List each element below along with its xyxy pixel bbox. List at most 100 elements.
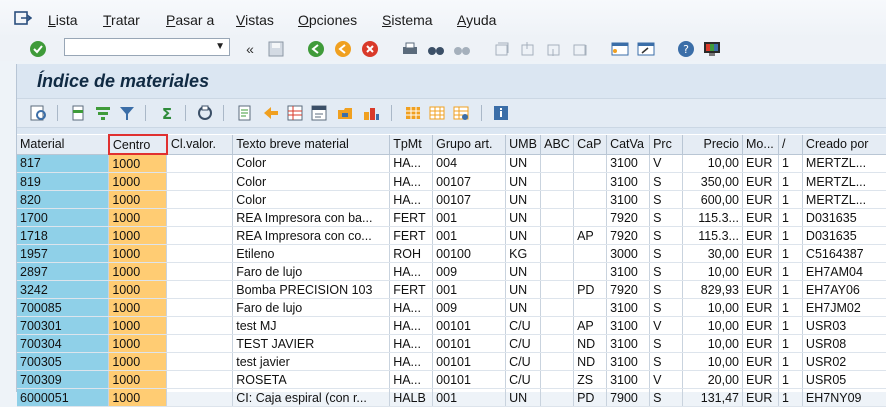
- table-cell[interactable]: D031635: [802, 208, 886, 227]
- exit-icon[interactable]: [333, 39, 353, 59]
- table-cell[interactable]: [573, 190, 608, 209]
- table-cell[interactable]: 00101: [432, 370, 507, 389]
- table-cell[interactable]: 00101: [432, 334, 507, 353]
- table-cell[interactable]: 817: [17, 154, 110, 173]
- table-cell[interactable]: EUR: [742, 226, 779, 245]
- table-cell[interactable]: FERT: [389, 280, 434, 299]
- command-dropdown-icon[interactable]: ▼: [215, 41, 225, 52]
- table-cell[interactable]: HA...: [389, 352, 434, 371]
- table-cell[interactable]: [540, 334, 575, 353]
- table-cell[interactable]: [166, 388, 234, 407]
- table-cell[interactable]: S: [649, 352, 684, 371]
- table-cell[interactable]: 1000: [108, 316, 168, 335]
- table-cell[interactable]: 819: [17, 172, 110, 191]
- menu-sistema[interactable]: Sistema: [382, 12, 433, 28]
- table-cell[interactable]: 00101: [432, 352, 507, 371]
- table-cell[interactable]: EUR: [742, 370, 779, 389]
- table-row[interactable]: 1957 1000 Etileno ROH 00100 KG 3000 S 30,00 EUR 1 C…: [17, 244, 886, 263]
- first-page-icon[interactable]: [492, 39, 512, 59]
- col-header-grupo-art[interactable]: Grupo art.: [432, 135, 507, 155]
- table-cell[interactable]: test javier: [232, 352, 391, 371]
- table-cell[interactable]: UN: [505, 298, 542, 317]
- table-cell[interactable]: 1718: [17, 226, 110, 245]
- change-layout-icon[interactable]: [451, 103, 471, 123]
- customize-layout-icon[interactable]: [702, 39, 722, 59]
- col-header-prc[interactable]: Prc: [649, 135, 684, 155]
- table-row[interactable]: 3242 1000 Bomba PRECISION 103 FERT 001 UN PD 79…: [17, 280, 886, 299]
- table-cell[interactable]: EUR: [742, 172, 779, 191]
- table-cell[interactable]: 829,93: [682, 280, 743, 299]
- table-cell[interactable]: 1000: [108, 190, 168, 209]
- table-cell[interactable]: 131,47: [682, 388, 743, 407]
- table-cell[interactable]: EUR: [742, 388, 779, 407]
- table-cell[interactable]: [540, 208, 575, 227]
- table-cell[interactable]: [573, 208, 608, 227]
- table-cell[interactable]: [573, 298, 608, 317]
- table-cell[interactable]: HA...: [389, 190, 434, 209]
- create-session-icon[interactable]: [610, 39, 630, 59]
- table-cell[interactable]: V: [649, 316, 684, 335]
- table-cell[interactable]: EH7NY09: [802, 388, 886, 407]
- table-cell[interactable]: FERT: [389, 226, 434, 245]
- table-cell[interactable]: Color: [232, 190, 391, 209]
- table-cell[interactable]: 1000: [108, 154, 168, 173]
- col-header-catva[interactable]: CatVa: [606, 135, 651, 155]
- table-cell[interactable]: D031635: [802, 226, 886, 245]
- table-cell[interactable]: 10,00: [682, 262, 743, 281]
- table-cell[interactable]: [540, 280, 575, 299]
- sort-descending-icon[interactable]: [93, 103, 113, 123]
- table-cell[interactable]: 1: [778, 352, 803, 371]
- word-processing-icon[interactable]: [309, 103, 329, 123]
- table-cell[interactable]: EUR: [742, 190, 779, 209]
- table-cell[interactable]: 1: [778, 154, 803, 173]
- table-cell[interactable]: UN: [505, 226, 542, 245]
- col-header-creado-por[interactable]: Creado por: [802, 135, 886, 155]
- table-cell[interactable]: 3100: [606, 262, 651, 281]
- total-icon[interactable]: Σ: [157, 103, 177, 123]
- table-cell[interactable]: 1: [778, 262, 803, 281]
- table-cell[interactable]: UN: [505, 154, 542, 173]
- table-cell[interactable]: 1000: [108, 262, 168, 281]
- col-header-abc[interactable]: ABC: [540, 135, 575, 155]
- table-cell[interactable]: 10,00: [682, 298, 743, 317]
- table-cell[interactable]: S: [649, 226, 684, 245]
- table-cell[interactable]: [573, 172, 608, 191]
- collapse-icon[interactable]: «: [240, 39, 260, 59]
- table-cell[interactable]: REA Impresora con ba...: [232, 208, 391, 227]
- table-cell[interactable]: MERTZL...: [802, 154, 886, 173]
- table-cell[interactable]: ND: [573, 334, 608, 353]
- table-cell[interactable]: 115.3...: [682, 208, 743, 227]
- table-cell[interactable]: [166, 226, 234, 245]
- table-cell[interactable]: 001: [432, 388, 507, 407]
- table-cell[interactable]: 001: [432, 280, 507, 299]
- table-cell[interactable]: [166, 334, 234, 353]
- enter-check-icon[interactable]: [28, 39, 48, 59]
- previous-page-icon[interactable]: [518, 39, 538, 59]
- table-cell[interactable]: 1: [778, 334, 803, 353]
- menu-exit-icon[interactable]: [14, 10, 33, 26]
- table-cell[interactable]: 1: [778, 388, 803, 407]
- command-field[interactable]: ▼: [64, 38, 230, 56]
- table-cell[interactable]: [540, 190, 575, 209]
- table-cell[interactable]: [573, 262, 608, 281]
- table-cell[interactable]: 00101: [432, 316, 507, 335]
- table-cell[interactable]: UN: [505, 388, 542, 407]
- table-cell[interactable]: 1000: [108, 208, 168, 227]
- table-cell[interactable]: 7920: [606, 280, 651, 299]
- table-cell[interactable]: EUR: [742, 208, 779, 227]
- export-icon[interactable]: [261, 103, 281, 123]
- table-row[interactable]: 700305 1000 test javier HA... 00101 C/U ND 3100…: [17, 352, 886, 371]
- table-cell[interactable]: [540, 226, 575, 245]
- table-cell[interactable]: 001: [432, 208, 507, 227]
- table-cell[interactable]: 3100: [606, 154, 651, 173]
- info-icon[interactable]: [491, 103, 511, 123]
- menu-lista[interactable]: Lista: [48, 12, 78, 28]
- table-cell[interactable]: 3100: [606, 352, 651, 371]
- table-cell[interactable]: 1000: [108, 298, 168, 317]
- table-cell[interactable]: 1: [778, 226, 803, 245]
- table-cell[interactable]: [166, 262, 234, 281]
- col-header-moneda[interactable]: Mo...: [742, 135, 779, 155]
- menu-ayuda[interactable]: Ayuda: [457, 12, 496, 28]
- table-cell[interactable]: 6000051: [17, 388, 110, 407]
- table-cell[interactable]: 001: [432, 226, 507, 245]
